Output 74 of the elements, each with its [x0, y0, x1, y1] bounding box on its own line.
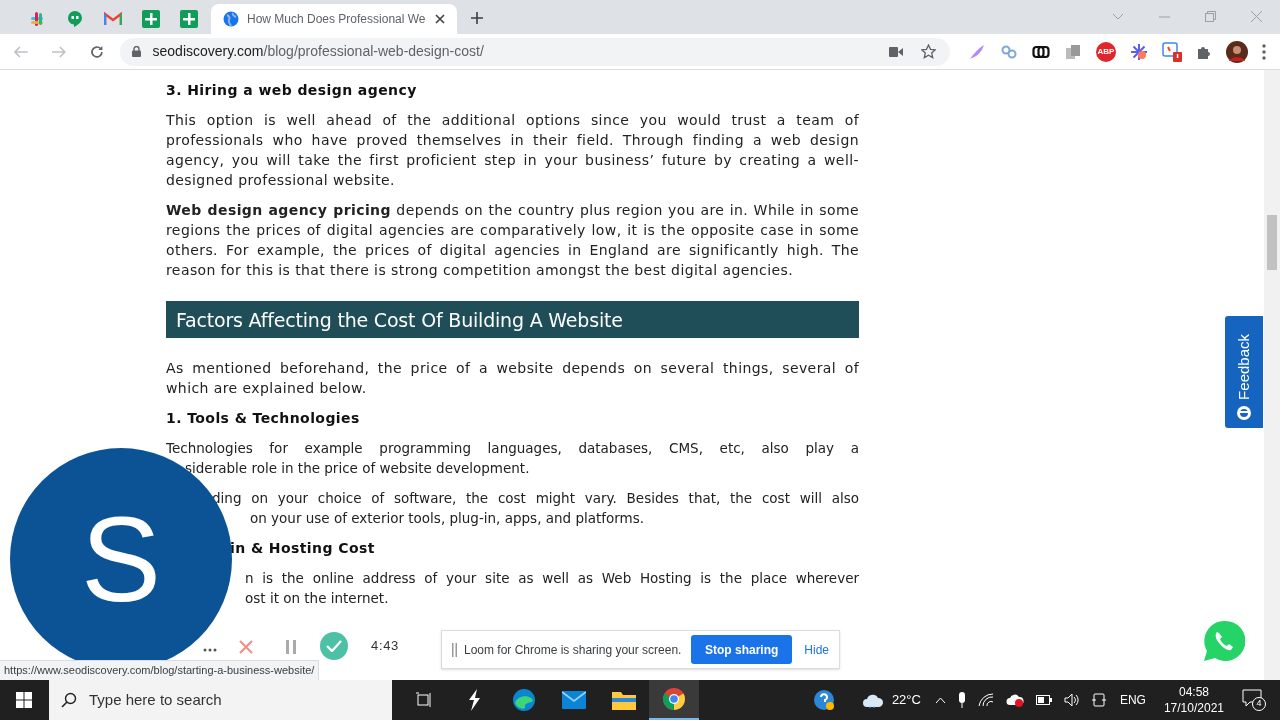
new-tab-icon[interactable] [471, 12, 483, 24]
copy-icon[interactable] [1064, 42, 1082, 61]
speaker-icon[interactable] [1063, 693, 1080, 707]
paragraph: Web design agency pricing depends on the country plus region you are in. While in some regions the prices of digital agencies are comparatively low, it is the opposite case in some others. For example, the prices of digital agencies in England are significantly high. The reason for this is that there is strong competition amongst the best digital agencies. [166, 201, 859, 280]
task-view-icon [415, 692, 433, 708]
clock[interactable]: 04:58 17/10/2021 [1163, 684, 1224, 716]
star-icon[interactable] [921, 44, 936, 59]
microphone-icon[interactable] [957, 692, 966, 708]
feather-icon[interactable] [968, 42, 986, 61]
text-line: siderable role in the price of website development. [184, 459, 531, 478]
edge-logo-icon [512, 688, 536, 712]
chat-bubble-icon[interactable] [65, 10, 84, 28]
notification-count: 4 [1252, 697, 1266, 711]
avatar-icon[interactable] [1226, 40, 1248, 63]
text-line: Technologies for example programming languages, databases, CMS, etc, also play a [166, 439, 859, 458]
burst-icon[interactable] [1130, 42, 1148, 61]
feedback-tab[interactable]: Feedback [1225, 316, 1263, 428]
close-icon [239, 640, 253, 654]
adblock-badge[interactable]: ABP [1096, 41, 1116, 62]
clock-time: 04:58 [1178, 684, 1209, 700]
text-line: n is the online address of your site as well as Web Hosting is the place wherever [244, 569, 859, 588]
cloud-error-icon[interactable] [1005, 693, 1024, 707]
alert-extension-icon[interactable] [1162, 41, 1182, 62]
section-banner: Factors Affecting the Cost Of Building A Website [166, 301, 859, 338]
windows-logo-icon[interactable] [16, 692, 32, 708]
search-input: Type here to search [89, 688, 288, 712]
avatar-letter: S [80, 499, 161, 619]
lock-icon [131, 46, 141, 57]
hide-button[interactable]: Hide [804, 640, 829, 659]
clock-date: 17/10/2021 [1163, 700, 1224, 716]
paragraph: This option is well ahead of the additional options since you would trust a team of professionals who have proved themselves in their field. Through finding a web design agency, you will take the first proficient step in your business’ future by creating a well-designed professional website. [166, 111, 859, 190]
mail-icon [562, 691, 586, 709]
chevron-up-icon[interactable] [934, 696, 946, 704]
section-heading: 1. Tools & Technologies [166, 409, 361, 428]
more-icon[interactable] [203, 648, 217, 652]
reload-icon[interactable] [89, 44, 104, 59]
taskbar-search-field[interactable]: Type here to search [49, 680, 392, 720]
sheet-icon[interactable] [141, 10, 160, 28]
status-url: https://www.seodiscovery.com/blog/starting-a-business-website/ [0, 660, 320, 680]
battery-icon[interactable] [1035, 695, 1052, 705]
grip-icon[interactable] [452, 642, 457, 657]
close-icon[interactable] [435, 14, 445, 24]
text-line: on your use of exterior tools, plug-in, apps, and platforms. [249, 509, 646, 528]
tab-title: How Much Does Professional We [247, 11, 427, 28]
speech-bubble-icon [1242, 689, 1262, 707]
taskbar-app[interactable] [649, 680, 699, 720]
section-heading: in & Hosting Cost [229, 539, 376, 558]
camera-icon[interactable] [889, 46, 903, 57]
temperature[interactable]: 22°C [891, 690, 921, 710]
address-bar[interactable]: seodiscovery.com/blog/professional-web-design-cost/ [119, 37, 950, 66]
help-icon[interactable] [812, 689, 835, 711]
scrollbar-thumb[interactable] [1267, 215, 1277, 270]
sheet-icon[interactable] [179, 10, 198, 28]
url-text: seodiscovery.com/blog/professional-web-design-cost/ [152, 42, 484, 61]
lightning-icon [467, 689, 481, 711]
globe-icon [223, 11, 239, 27]
wifi-icon[interactable] [977, 693, 994, 707]
sharing-notice: Loom for Chrome is sharing your screen. [464, 641, 682, 659]
search-icon [61, 692, 77, 708]
feedback-label: Feedback [1233, 334, 1253, 400]
check-icon [326, 640, 342, 652]
folder-icon [612, 690, 636, 710]
chrome-logo-icon [662, 687, 686, 711]
browser-tab[interactable]: How Much Does Professional We [211, 4, 457, 34]
more-menu-icon[interactable] [1262, 43, 1266, 60]
stop-sharing-button[interactable]: Stop sharing [690, 635, 793, 664]
mail-logo-icon[interactable] [103, 12, 122, 26]
input-language[interactable]: ENG [1119, 691, 1146, 709]
cloud-icon[interactable] [861, 692, 884, 708]
notification-button[interactable]: 4 [1242, 689, 1264, 711]
text-line: ost it on the internet. [244, 589, 390, 608]
paragraph: As mentioned beforehand, the price of a website depends on several things, several of which are explained below. [166, 359, 859, 398]
pause-icon [286, 640, 296, 654]
section-heading: 3. Hiring a web design agency [166, 81, 418, 100]
